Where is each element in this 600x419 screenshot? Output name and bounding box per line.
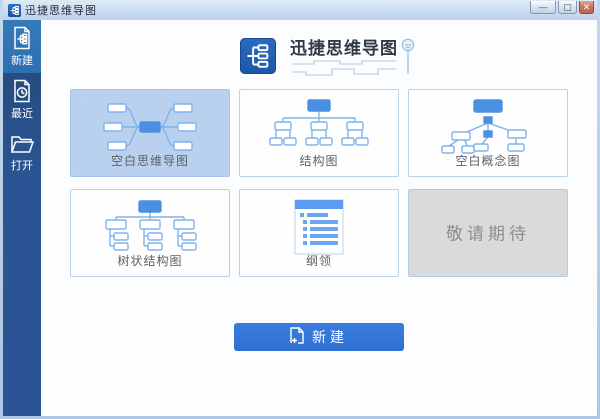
sidebar-item-recent[interactable]: 最近 [3, 73, 41, 126]
orgchart-glyph [267, 98, 371, 156]
outline-glyph [267, 198, 371, 256]
app-window: 迅捷思维导图 — ▢ ✕ [0, 0, 600, 419]
minimize-button[interactable]: — [530, 1, 556, 14]
template-card-structure[interactable]: 结构图 [239, 89, 399, 177]
template-card-concept-map[interactable]: 空白概念图 [408, 89, 568, 177]
template-grid: 空白思维导图 [70, 89, 568, 277]
template-card-outline[interactable]: 纲领 [239, 189, 399, 277]
conceptmap-glyph [436, 98, 540, 156]
balloon-icon [400, 38, 416, 81]
window-controls: — ▢ ✕ [530, 0, 594, 20]
circuit-lines-decoration [292, 59, 396, 82]
new-button[interactable]: 新建 [234, 323, 404, 351]
sidebar-item-label: 新建 [11, 52, 33, 68]
brand-logo-icon [240, 38, 276, 74]
close-button[interactable]: ✕ [579, 1, 594, 14]
template-card-blank-mindmap[interactable]: 空白思维导图 [70, 89, 230, 177]
template-label: 纲领 [240, 252, 398, 269]
sidebar-item-label: 打开 [11, 157, 33, 173]
app-logo-icon [8, 4, 21, 17]
open-folder-icon [10, 133, 34, 155]
sidebar-item-label: 最近 [11, 105, 33, 121]
template-card-coming-soon: 敬请期待 [408, 189, 568, 277]
sidebar-item-open[interactable]: 打开 [3, 126, 41, 179]
new-file-icon [290, 327, 304, 347]
template-label: 结构图 [240, 152, 398, 169]
template-label: 空白思维导图 [71, 152, 229, 169]
new-document-icon [11, 26, 33, 50]
template-label: 树状结构图 [71, 252, 229, 269]
titlebar: 迅捷思维导图 — ▢ ✕ [3, 0, 597, 20]
tree-glyph [98, 198, 202, 256]
main-panel: 迅捷思维导图 [41, 20, 597, 416]
template-card-tree[interactable]: 树状结构图 [70, 189, 230, 277]
app-name-title: 迅捷思维导图 [290, 38, 398, 60]
coming-soon-label: 敬请期待 [409, 219, 567, 244]
new-button-label: 新建 [312, 327, 348, 347]
template-label: 空白概念图 [409, 152, 567, 169]
mindmap-mini-glyph [10, 6, 19, 15]
sidebar: 新建 最近 [3, 20, 41, 416]
sidebar-item-new[interactable]: 新建 [3, 20, 41, 73]
recent-clock-icon [11, 79, 33, 103]
maximize-button[interactable]: ▢ [558, 1, 577, 14]
brand-header: 迅捷思维导图 [240, 38, 398, 78]
window-title: 迅捷思维导图 [25, 2, 97, 18]
mindmap-glyph [98, 98, 202, 156]
